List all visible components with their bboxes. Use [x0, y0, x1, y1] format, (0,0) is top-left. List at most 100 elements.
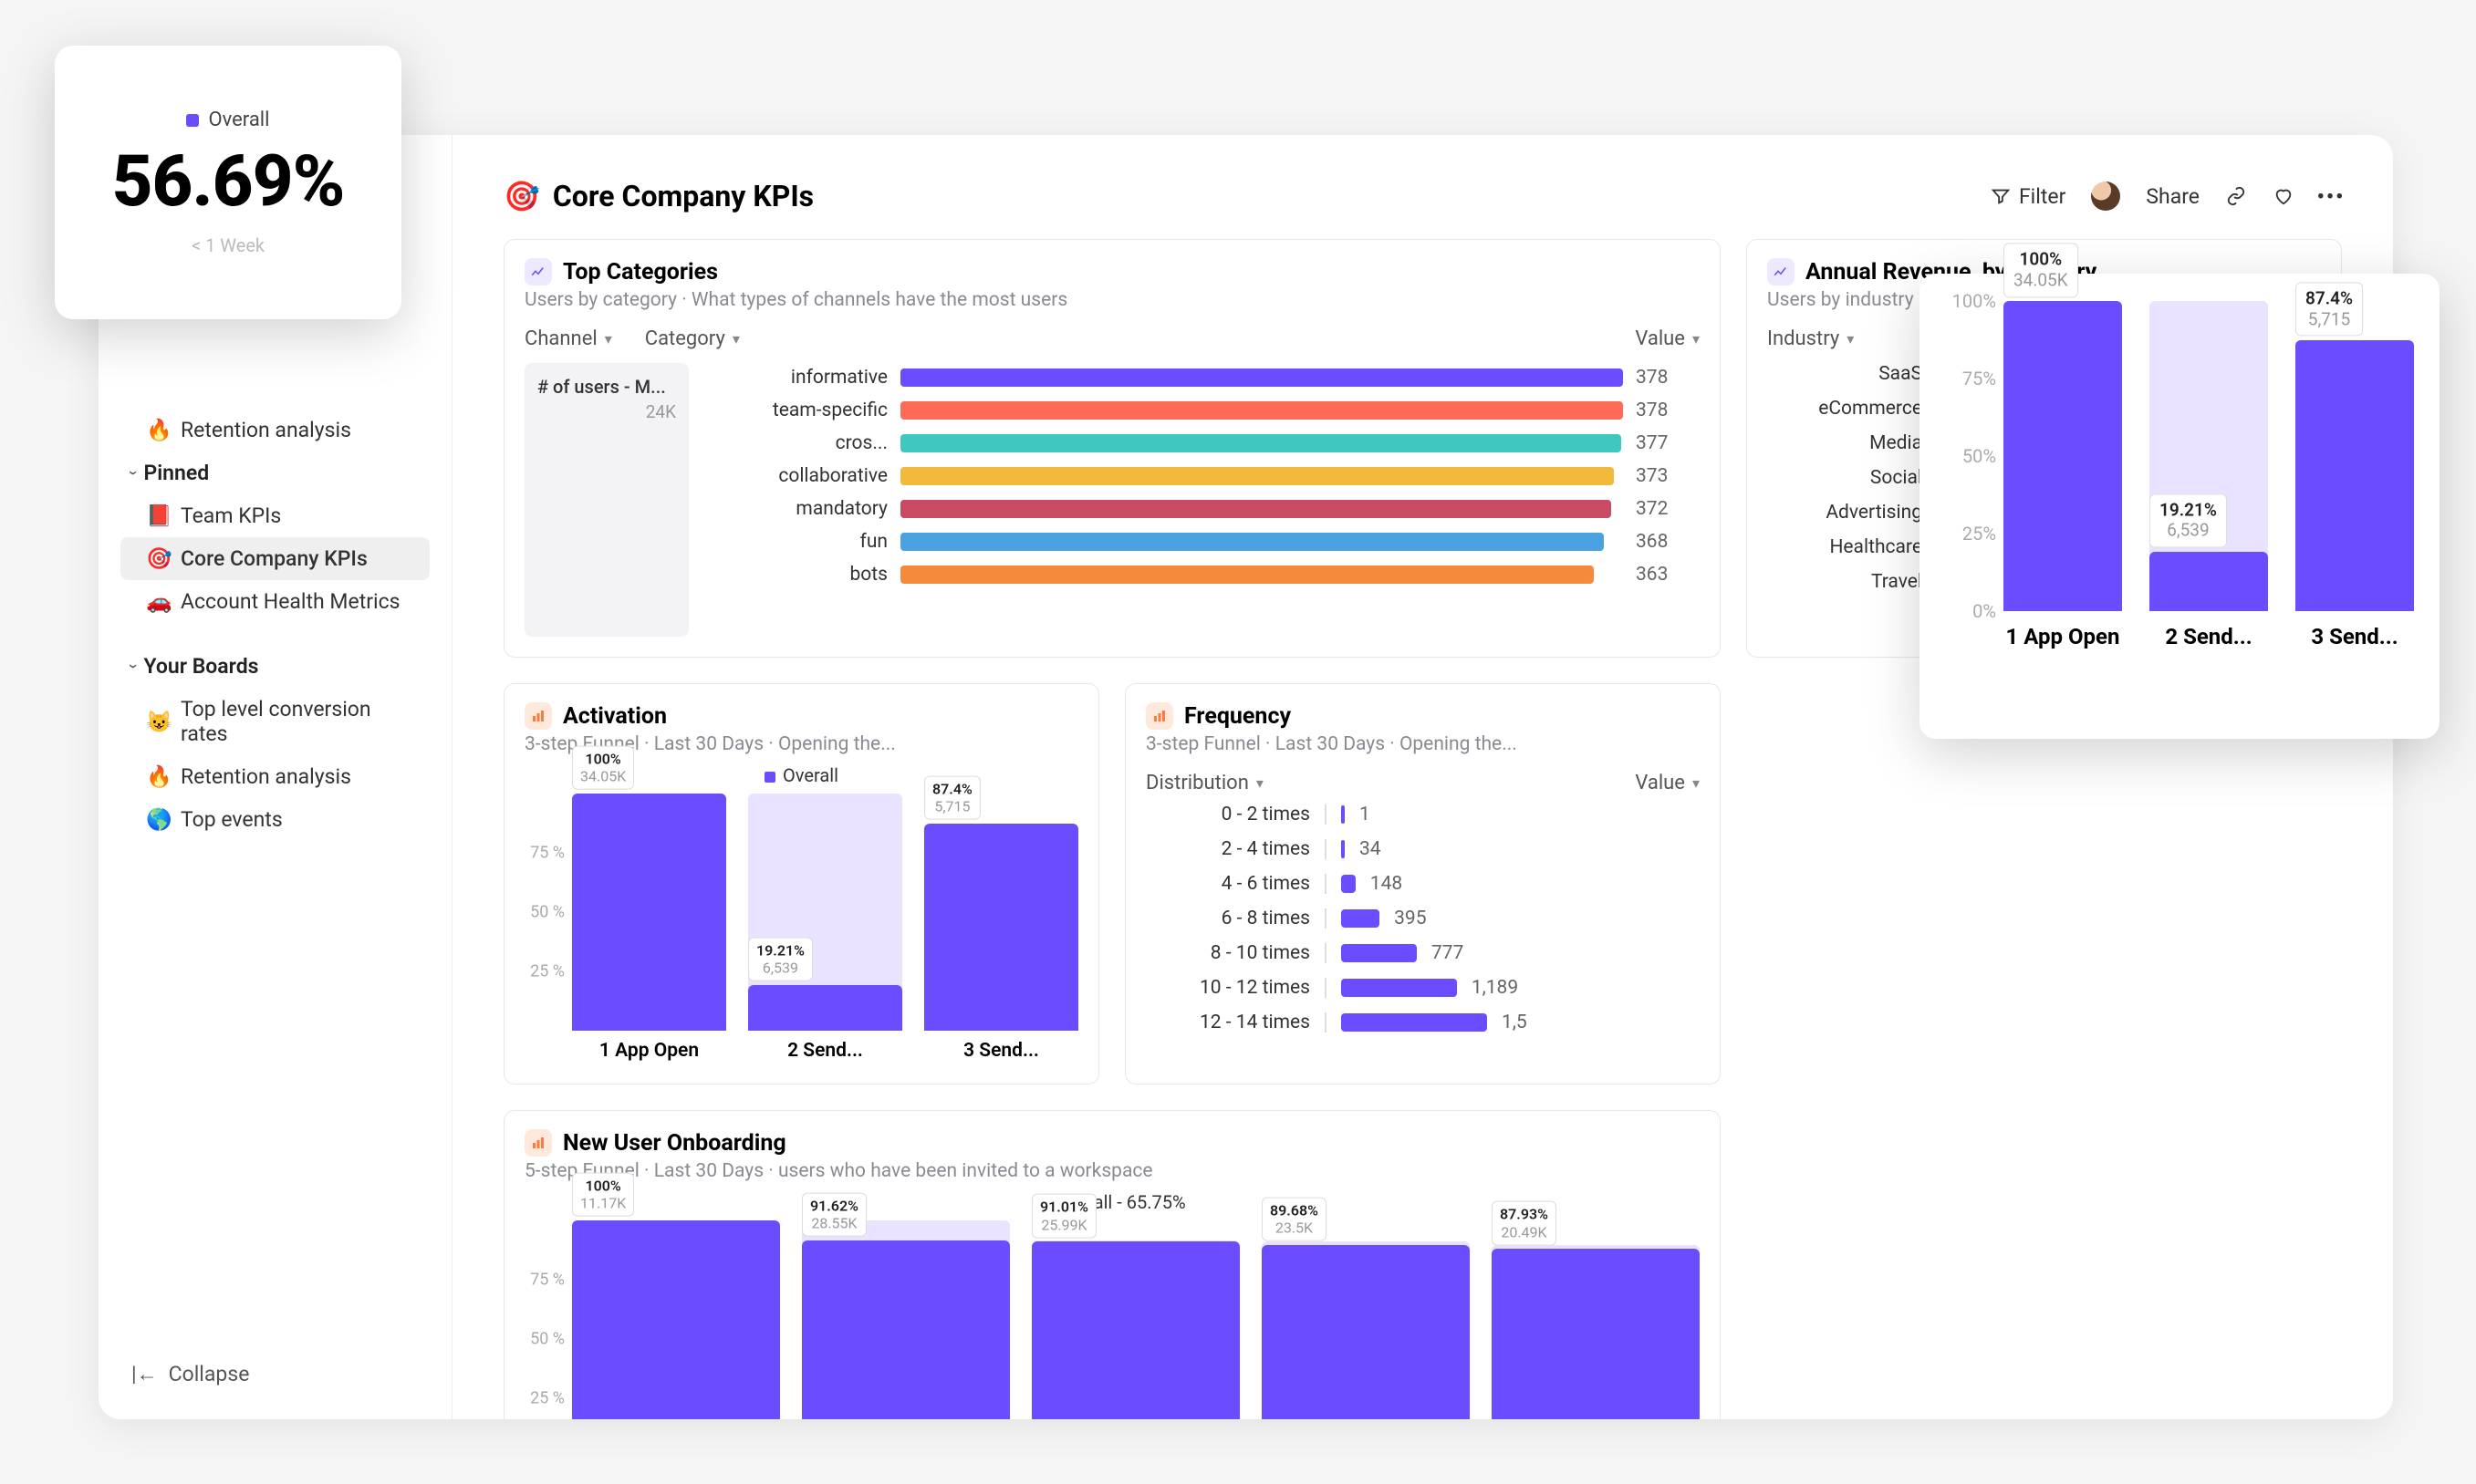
avatar[interactable]: [2091, 182, 2120, 211]
car-icon: 🚗: [146, 589, 170, 614]
bar-label: bots: [705, 564, 888, 586]
card-onboarding: New User Onboarding 5-step Funnel · Last…: [504, 1110, 1721, 1419]
bar-label: SaaS: [1767, 363, 1922, 385]
bar-label: 12 - 14 times: [1146, 1012, 1310, 1033]
bar-fill: [900, 467, 1614, 485]
bar-badge: 87.4%5,715: [924, 775, 981, 819]
bar-fill: 91.62%28.55K: [802, 1240, 1010, 1419]
bar-badge: 100%34.05K: [2003, 243, 2078, 297]
zoom-overlay-card: 100%75%50%25%0% 100%34.05K 19.21%6,539 8…: [1919, 274, 2440, 739]
bar-value: 377: [1636, 432, 1700, 454]
bar-fill: 87.93%20.49K: [1492, 1249, 1700, 1419]
collapse-sidebar-button[interactable]: |← Collapse: [120, 1351, 430, 1397]
distribution-dropdown[interactable]: Distribution▾: [1146, 772, 1264, 794]
sidebar-item-core-kpis[interactable]: 🎯 Core Company KPIs: [120, 537, 430, 580]
more-icon[interactable]: •••: [2320, 185, 2342, 207]
sidebar-item-label: Top events: [181, 807, 283, 832]
bar-row: mandatory 372: [705, 498, 1700, 520]
bar-label: 0 - 2 times: [1146, 804, 1310, 825]
sidebar-head-pinned[interactable]: › Pinned: [120, 451, 430, 494]
funnel-icon: [525, 702, 552, 730]
funnel-step: 100%34.05K: [572, 794, 726, 1031]
funnel-step: 91.01%25.99K: [1032, 1220, 1240, 1419]
book-icon: 📕: [146, 503, 170, 528]
bar-label: Media: [1767, 432, 1922, 454]
bar-label: informative: [705, 367, 888, 389]
channel-dropdown[interactable]: Channel▾: [525, 327, 612, 350]
card-title: Top Categories: [563, 259, 718, 285]
sidebar: 🔥 Retention analysis › Pinned 📕 Team KPI…: [99, 135, 453, 1419]
bar-fill: [900, 434, 1621, 452]
x-label: 1 App Open: [2003, 624, 2122, 649]
y-tick: 75 %: [525, 1271, 565, 1290]
card-top-categories: Top Categories Users by category · What …: [504, 239, 1721, 658]
value-dropdown[interactable]: Value▾: [1635, 772, 1700, 794]
filter-label: Filter: [2019, 184, 2065, 209]
sidebar-group-title: Your Boards: [143, 654, 258, 679]
y-tick: 25 %: [525, 962, 565, 981]
bar-row: 8 - 10 times 777: [1146, 942, 1700, 964]
x-label: 3 Send...: [924, 1040, 1078, 1062]
bar-fill: 89.68%23.5K: [1262, 1245, 1470, 1419]
card-title: New User Onboarding: [563, 1130, 786, 1157]
fire-icon: 🔥: [146, 418, 170, 442]
card-activation: Activation 3-step Funnel · Last 30 Days …: [504, 683, 1099, 1084]
bar-badge: 91.01%25.99K: [1032, 1194, 1097, 1238]
bar-value: 1: [1359, 804, 1370, 825]
sidebar-item-label: Top level conversion rates: [181, 697, 419, 746]
y-tick: 0%: [1945, 600, 1996, 622]
sidebar-item-label: Retention analysis: [181, 418, 351, 442]
onboarding-chart: Overall - 65.75% 75 %50 %25 % 100%11.17K…: [525, 1191, 1700, 1419]
y-tick: 100%: [1945, 290, 1996, 312]
sidebar-item-retention[interactable]: 🔥 Retention analysis: [120, 755, 430, 798]
heart-icon[interactable]: [2273, 185, 2294, 207]
bar-value: 34: [1359, 838, 1381, 860]
bar-value: 378: [1636, 400, 1700, 421]
cat-icon: 😺: [146, 710, 170, 734]
funnel-step: 87.4%5,715: [2295, 301, 2414, 611]
value-dropdown[interactable]: Value▾: [1635, 327, 1700, 350]
chevron-down-icon: ›: [124, 471, 143, 475]
sidebar-group-pinned: › Pinned 📕 Team KPIs 🎯 Core Company KPIs…: [120, 451, 430, 623]
y-tick: 75%: [1945, 368, 1996, 389]
bar-row: team-specific 378: [705, 400, 1700, 421]
industry-dropdown[interactable]: Industry▾: [1767, 327, 1854, 350]
bar-label: 6 - 8 times: [1146, 908, 1310, 929]
sidebar-item-team-kpis[interactable]: 📕 Team KPIs: [120, 494, 430, 537]
fire-icon: 🔥: [146, 764, 170, 789]
bar-badge: 19.21%6,539: [2149, 493, 2227, 548]
channel-chip[interactable]: # of users - M... 24K: [525, 363, 689, 637]
bar-fill: 19.21%6,539: [748, 985, 902, 1031]
card-title: Activation: [563, 703, 667, 730]
bar-value: 378: [1636, 367, 1700, 389]
card-subtitle: 5-step Funnel · Last 30 Days · users who…: [525, 1160, 1700, 1182]
link-icon[interactable]: [2225, 185, 2247, 207]
sidebar-item-top-conversion[interactable]: 😺 Top level conversion rates: [120, 688, 430, 755]
bar-row: 0 - 2 times 1: [1146, 804, 1700, 825]
channel-chip-value: 24K: [537, 401, 676, 422]
kpi-legend: Overall: [208, 109, 269, 131]
bar-fill: [1341, 805, 1345, 824]
bar-fill: [1341, 909, 1379, 928]
bar-fill: 19.21%6,539: [2149, 552, 2268, 611]
sidebar-item-top-events[interactable]: 🌎 Top events: [120, 798, 430, 841]
collapse-icon: |←: [131, 1362, 158, 1386]
bar-fill: 87.4%5,715: [924, 824, 1078, 1031]
funnel-step: 19.21%6,539: [2149, 301, 2268, 611]
kpi-period: < 1 Week: [192, 234, 265, 256]
sidebar-head-your-boards[interactable]: › Your Boards: [120, 645, 430, 688]
card-subtitle: 3-step Funnel · Last 30 Days · Opening t…: [1146, 733, 1700, 755]
bar-fill: [900, 368, 1623, 387]
sidebar-item-account-health[interactable]: 🚗 Account Health Metrics: [120, 580, 430, 623]
bar-row: 2 - 4 times 34: [1146, 838, 1700, 860]
bar-value: 363: [1636, 564, 1700, 586]
bar-label: Travel: [1767, 571, 1922, 593]
sidebar-item-label: Team KPIs: [181, 503, 281, 528]
filter-button[interactable]: Filter: [1990, 184, 2065, 209]
sidebar-item-retention-top[interactable]: 🔥 Retention analysis: [120, 409, 430, 451]
share-button[interactable]: Share: [2146, 184, 2200, 209]
filter-icon: [1990, 185, 2012, 207]
bar-label: 4 - 6 times: [1146, 873, 1310, 895]
category-dropdown[interactable]: Category▾: [645, 327, 740, 350]
funnel-step: 89.68%23.5K: [1262, 1220, 1470, 1419]
